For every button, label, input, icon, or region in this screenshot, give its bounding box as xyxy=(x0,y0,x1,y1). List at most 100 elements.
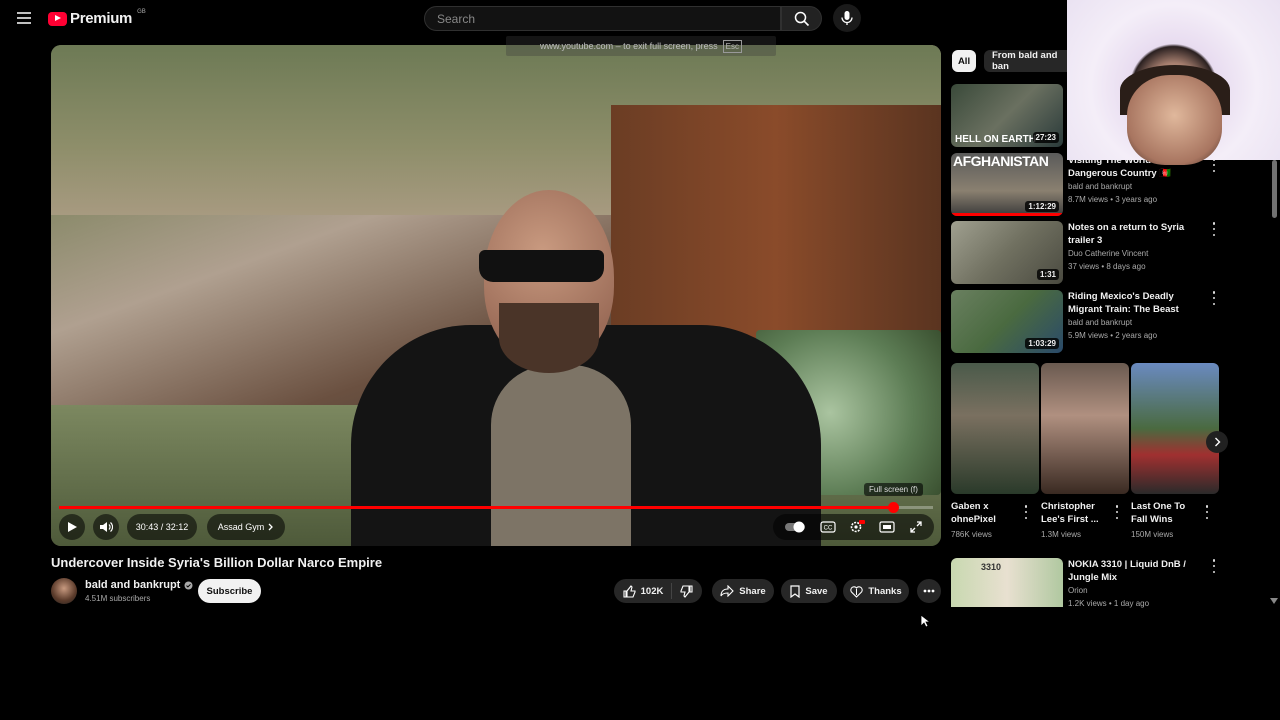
search-input[interactable] xyxy=(425,7,780,30)
menu-icon[interactable] xyxy=(14,8,34,28)
related-meta: 37 views • 8 days ago xyxy=(1068,262,1146,271)
related-info-2[interactable]: Notes on a return to Syria trailer 3 Duo… xyxy=(1068,222,1208,273)
more-vert-icon[interactable] xyxy=(1115,505,1119,519)
thumbnail-overlay-text: 3310 xyxy=(981,562,1002,572)
thanks-label: Thanks xyxy=(868,585,902,597)
subscriber-count: 4.51M subscribers xyxy=(85,594,151,603)
more-vert-icon[interactable] xyxy=(1205,505,1209,519)
more-horizontal-icon xyxy=(923,589,935,593)
related-thumbnail-2[interactable]: 1:31 xyxy=(951,221,1063,284)
scrubber-handle[interactable] xyxy=(887,502,899,513)
more-vert-icon[interactable] xyxy=(1212,291,1216,305)
like-count: 102K xyxy=(640,585,664,597)
short-title[interactable]: Last One To Fall Wins xyxy=(1131,501,1203,526)
youtube-logo[interactable]: Premium GB xyxy=(48,8,146,27)
verified-check-icon xyxy=(184,581,193,589)
shorts-next-button[interactable] xyxy=(1206,431,1228,453)
short-thumbnail-1[interactable] xyxy=(1041,363,1129,494)
video-player[interactable]: Full screen (f) 30:43 / 32:12 Assad Gym … xyxy=(51,45,941,546)
fullscreen-tooltip: Full screen (f) xyxy=(864,483,923,496)
chapter-label: Assad Gym xyxy=(217,522,265,532)
thumbs-down-icon xyxy=(680,584,693,598)
more-vert-icon[interactable] xyxy=(1212,158,1216,172)
related-info-3[interactable]: Riding Mexico's Deadly Migrant Train: Th… xyxy=(1068,291,1208,342)
thumbs-up-icon xyxy=(623,584,636,598)
search-icon xyxy=(794,11,809,26)
video-frame-sunglasses xyxy=(479,250,604,282)
miniplayer-icon[interactable] xyxy=(879,521,895,533)
webcam-person-face xyxy=(1127,75,1222,165)
sidebar-scrollbar[interactable] xyxy=(1272,160,1277,218)
chip-from-channel[interactable]: From bald and ban xyxy=(984,50,1070,72)
settings-gear-icon[interactable] xyxy=(849,520,866,534)
related-title[interactable]: Notes on a return to Syria trailer 3 xyxy=(1068,222,1208,247)
thanks-button[interactable]: Thanks xyxy=(843,579,909,603)
more-vert-icon[interactable] xyxy=(1024,505,1028,519)
related-thumbnail-1[interactable]: AFGHANISTAN 1:12:29 xyxy=(951,153,1063,216)
autoplay-toggle-icon[interactable] xyxy=(784,521,806,533)
mouse-cursor-icon xyxy=(920,614,930,628)
video-frame-person-sweater xyxy=(491,365,631,546)
progress-bar[interactable] xyxy=(59,502,933,513)
chapter-button[interactable]: Assad Gym xyxy=(207,514,285,540)
save-label: Save xyxy=(805,585,828,597)
channel-name-row[interactable]: bald and bankrupt xyxy=(85,579,193,591)
short-title[interactable]: Christopher Lee's First ... xyxy=(1041,501,1113,526)
dislike-button[interactable] xyxy=(672,584,701,598)
video-frame-beard xyxy=(499,303,599,373)
search-box xyxy=(424,6,781,31)
short-info-2[interactable]: Last One To Fall Wins 150M views xyxy=(1131,501,1203,541)
video-title: Undercover Inside Syria's Billion Dollar… xyxy=(51,555,383,570)
like-dislike-group: 102K xyxy=(614,579,702,603)
volume-icon xyxy=(100,522,113,532)
microphone-icon xyxy=(841,11,853,25)
short-info-1[interactable]: Christopher Lee's First ... 1.3M views xyxy=(1041,501,1113,541)
thumbnail-overlay-text: AFGHANISTAN xyxy=(953,153,1049,169)
channel-name[interactable]: bald and bankrupt xyxy=(85,579,180,591)
thanks-heart-dollar-icon xyxy=(850,585,864,598)
related-meta: 1.2K views • 1 day ago xyxy=(1068,599,1150,608)
duration-badge: 27:23 xyxy=(1032,132,1059,143)
play-icon xyxy=(68,522,77,532)
duration-badge: 1:03:29 xyxy=(1025,338,1059,349)
chevron-right-icon xyxy=(268,523,274,531)
short-title[interactable]: Gaben x ohnePixel xyxy=(951,501,1021,526)
short-info-0[interactable]: Gaben x ohnePixel 786K views xyxy=(951,501,1021,541)
chip-all[interactable]: All xyxy=(952,50,976,72)
youtube-play-icon xyxy=(48,11,67,26)
watched-bar xyxy=(951,213,1063,216)
channel-avatar[interactable] xyxy=(51,578,77,604)
fullscreen-notice-text: www.youtube.com – to exit full screen, p… xyxy=(540,41,718,51)
like-button[interactable]: 102K xyxy=(615,583,673,599)
volume-button[interactable] xyxy=(93,514,119,540)
related-thumbnail-0[interactable]: HELL ON EARTH 27:23 xyxy=(951,84,1063,147)
short-views: 1.3M views xyxy=(1041,530,1082,539)
captions-icon[interactable]: CC xyxy=(820,521,836,533)
more-vert-icon[interactable] xyxy=(1212,222,1216,236)
related-channel: bald and bankrupt xyxy=(1068,182,1133,191)
share-button[interactable]: Share xyxy=(712,579,774,603)
more-vert-icon[interactable] xyxy=(1212,559,1216,573)
scroll-down-arrow-icon[interactable] xyxy=(1270,598,1278,604)
short-thumbnail-0[interactable] xyxy=(951,363,1039,494)
chevron-right-icon xyxy=(1214,437,1220,447)
more-actions-button[interactable] xyxy=(917,579,941,603)
search-button[interactable] xyxy=(781,6,822,31)
play-button[interactable] xyxy=(59,514,85,540)
related-title[interactable]: Riding Mexico's Deadly Migrant Train: Th… xyxy=(1068,291,1208,316)
subscribe-button[interactable]: Subscribe xyxy=(198,579,261,603)
thumbnail-overlay-text: HELL ON EARTH xyxy=(955,134,1036,145)
related-info-bottom[interactable]: NOKIA 3310 | Liquid DnB / Jungle Mix Ori… xyxy=(1068,559,1208,608)
share-icon xyxy=(720,585,735,597)
fullscreen-notice: www.youtube.com – to exit full screen, p… xyxy=(506,36,776,56)
progress-played xyxy=(59,506,893,509)
related-thumbnail-3[interactable]: 1:03:29 xyxy=(951,290,1063,353)
exit-fullscreen-icon[interactable] xyxy=(909,520,923,534)
voice-search-button[interactable] xyxy=(833,4,861,32)
short-thumbnail-2[interactable] xyxy=(1131,363,1219,494)
related-title[interactable]: NOKIA 3310 | Liquid DnB / Jungle Mix xyxy=(1068,559,1208,584)
related-thumbnail-bottom[interactable]: 3310 xyxy=(951,558,1063,607)
save-button[interactable]: Save xyxy=(781,579,837,603)
related-channel: Orion xyxy=(1068,586,1088,595)
region-label: GB xyxy=(137,8,146,15)
